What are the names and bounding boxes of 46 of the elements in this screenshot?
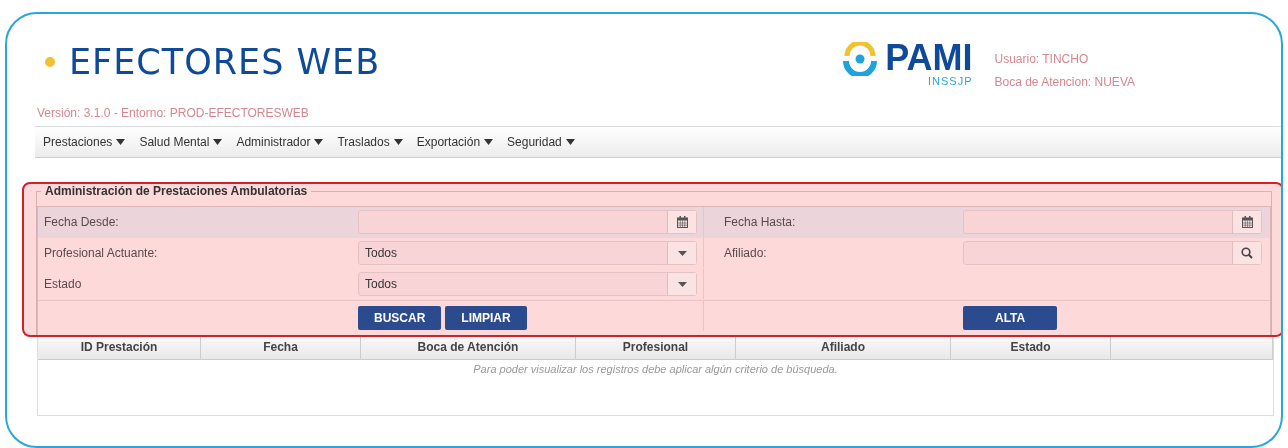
- column-header[interactable]: Boca de Atención: [361, 335, 576, 359]
- menu-item[interactable]: Exportación: [410, 135, 502, 149]
- caret-icon: [677, 281, 687, 287]
- dropdown-field[interactable]: Todos: [358, 272, 697, 296]
- field-label: Fecha Desde:: [44, 215, 119, 229]
- action-button[interactable]: BUSCAR: [358, 306, 442, 330]
- caret-icon: [213, 139, 223, 145]
- date-field[interactable]: [963, 210, 1262, 234]
- menu-item[interactable]: Administrador: [230, 135, 332, 149]
- dropdown-field[interactable]: Todos: [358, 241, 697, 265]
- circle-logo-icon: [843, 42, 878, 76]
- search-icon: [1241, 247, 1253, 259]
- menu-item[interactable]: Traslados: [331, 135, 411, 149]
- empty-message: Para poder visualizar los registros debe aplicar algún criterio de búsqueda.: [472, 363, 839, 375]
- action-button[interactable]: ALTA: [963, 306, 1058, 330]
- search-field[interactable]: [963, 241, 1262, 265]
- menu-item[interactable]: Prestaciones: [37, 135, 134, 149]
- user-label: Usuario: TINCHO: [994, 52, 1090, 66]
- field-label: Profesional Actuante:: [44, 246, 158, 260]
- field-label: Estado: [44, 277, 82, 291]
- date-field[interactable]: [358, 210, 697, 234]
- field-label: Afiliado:: [724, 246, 767, 260]
- column-header[interactable]: Afiliado: [736, 335, 951, 359]
- form-legend: Administración de Prestaciones Ambulatorias: [41, 184, 312, 198]
- caret-icon: [314, 139, 324, 145]
- column-header[interactable]: Profesional: [576, 335, 736, 359]
- caret-icon: [393, 139, 403, 145]
- column-header[interactable]: Fecha: [201, 335, 361, 359]
- app-title: EFECTORES WEB: [69, 42, 381, 82]
- caret-icon: [484, 139, 494, 145]
- calendar-icon: [1241, 216, 1253, 228]
- logo-wordmark: PAMI: [885, 38, 973, 78]
- column-header[interactable]: ID Prestación: [38, 335, 201, 359]
- field-label: Fecha Hasta:: [724, 215, 796, 229]
- logo-subtitle: INSSJP: [927, 75, 973, 87]
- caret-icon: [677, 250, 687, 256]
- action-button[interactable]: LIMPIAR: [445, 306, 527, 330]
- caret-icon: [565, 139, 575, 145]
- column-header[interactable]: Estado: [951, 335, 1111, 359]
- bullet-dot-icon: [45, 57, 55, 67]
- caret-icon: [116, 139, 126, 145]
- menu-item[interactable]: Seguridad: [501, 135, 583, 149]
- calendar-icon: [676, 216, 688, 228]
- location-label: Boca de Atencion: NUEVA: [994, 75, 1135, 89]
- menu-item[interactable]: Salud Mental: [133, 135, 231, 149]
- version-label: Versión: 3.1.0 - Entorno: PROD-EFECTORESWEB: [37, 106, 310, 120]
